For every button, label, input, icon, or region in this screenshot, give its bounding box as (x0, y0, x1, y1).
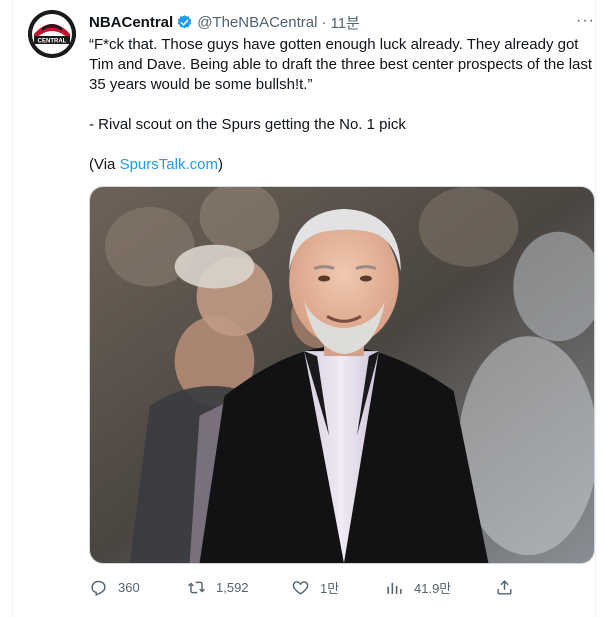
share-icon (497, 579, 512, 595)
separator-dot: · (321, 13, 327, 31)
quote-text: “F*ck that. Those guys have gotten enoug… (89, 36, 593, 93)
view-count: 41.9만 (414, 580, 452, 596)
retweet-count: 1,592 (216, 579, 249, 595)
nba-central-logo-icon: CENTRAL (28, 10, 76, 58)
author-handle[interactable]: @TheNBACentral (197, 14, 317, 31)
via-text: (Via SpursTalk.com) (89, 155, 594, 175)
share-button[interactable] (495, 578, 524, 597)
tweet-photo[interactable] (89, 186, 595, 564)
reply-button[interactable]: 360 (89, 578, 140, 597)
logo-text: CENTRAL (38, 39, 67, 45)
author-name[interactable]: NBACentral (89, 14, 173, 31)
coach-photo-image (90, 187, 594, 563)
views-chart-icon (387, 582, 402, 594)
tweet-actions-bar: 360 1,592 1만 41.9만 (89, 576, 595, 598)
tweet-timestamp[interactable]: 11분 (330, 12, 359, 33)
like-count: 1만 (320, 580, 340, 596)
views-button[interactable]: 41.9만 (385, 578, 451, 597)
retweet-button[interactable]: 1,592 (187, 578, 249, 597)
heart-icon (292, 580, 309, 595)
more-options-icon[interactable]: ··· (576, 12, 596, 30)
via-suffix: ) (217, 156, 223, 173)
like-button[interactable]: 1만 (291, 578, 339, 597)
reply-count: 360 (118, 579, 140, 595)
avatar[interactable]: CENTRAL (28, 10, 76, 58)
retweet-icon (188, 581, 205, 593)
tweet-header: NBACentral @TheNBACentral · 11분 (89, 12, 360, 32)
verified-badge-icon[interactable] (176, 14, 193, 31)
source-link[interactable]: SpursTalk.com (120, 156, 218, 173)
attribution-text: - Rival scout on the Spurs getting the N… (89, 116, 406, 133)
via-prefix: (Via (89, 156, 120, 173)
tweet-text: “F*ck that. Those guys have gotten enoug… (89, 35, 594, 175)
reply-icon (91, 580, 106, 596)
